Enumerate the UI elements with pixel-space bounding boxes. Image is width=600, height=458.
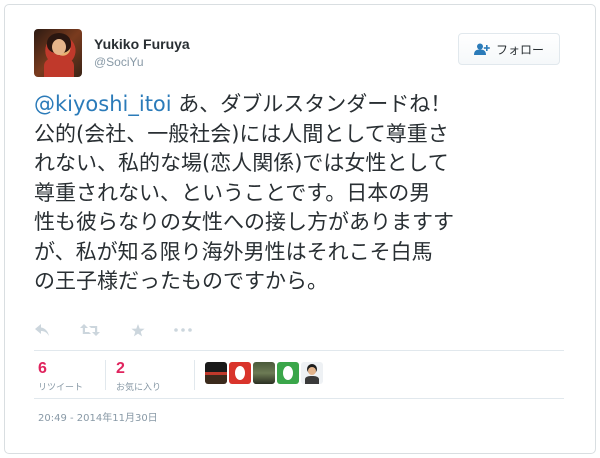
retweet-label: リツイート [38, 383, 84, 393]
stat-divider [194, 360, 195, 390]
reply-icon[interactable] [34, 324, 50, 336]
star-icon[interactable] [130, 323, 146, 337]
tweet-line-3: れない、私的な場(恋人関係)では女性として [34, 151, 449, 175]
follow-button-label: フォロー [495, 42, 544, 57]
user-avatar[interactable] [34, 29, 82, 77]
retweet-count: 6 [38, 360, 47, 377]
favoriter-avatar[interactable] [301, 362, 323, 384]
tweet-text: @kiyoshi_itoi あ、ダブルスタンダードね！ 公的(会社、一般社会)に… [34, 90, 564, 297]
tweet-line-5: 性も彼らなりの女性への接し方がありますす [34, 210, 454, 234]
favoriter-avatar[interactable] [277, 362, 299, 384]
tweet-line-6: が、私が知る限り海外男性はそれこそ白馬 [34, 239, 433, 264]
favorite-stat[interactable]: 2 お気に入り [116, 358, 161, 393]
user-handle[interactable]: @SociYu [94, 55, 144, 69]
person-add-icon [473, 43, 490, 55]
favoriter-avatar[interactable] [229, 362, 251, 384]
user-name[interactable]: Yukiko Furuya [94, 36, 190, 52]
retweet-stat[interactable]: 6 リツイート [38, 358, 83, 393]
mention-link[interactable]: @kiyoshi_itoi [34, 92, 172, 116]
tweet-line-4: 尊重されない、ということです。日本の男 [34, 180, 431, 205]
tweet-line-1: @kiyoshi_itoi あ、ダブルスタンダードね！ [34, 92, 452, 116]
more-icon[interactable] [174, 328, 192, 332]
favorite-count: 2 [116, 360, 125, 377]
favoriter-avatar[interactable] [205, 362, 227, 384]
favorite-label: お気に入り [116, 383, 162, 393]
stat-divider [105, 360, 106, 390]
tweet-timestamp[interactable]: 20:49 - 2014年11月30日 [38, 409, 158, 424]
favorited-by-avatars [205, 362, 323, 384]
divider [34, 398, 564, 399]
retweet-icon[interactable] [80, 324, 100, 336]
follow-button[interactable]: フォロー [458, 33, 560, 65]
tweet-line-7: の王子様だったものですから。 [34, 269, 328, 293]
favoriter-avatar[interactable] [253, 362, 275, 384]
divider [34, 350, 564, 351]
tweet-line-2: 公的(会社、一般社会)には人間として尊重さ [34, 121, 449, 146]
tweet-actions [34, 320, 192, 340]
